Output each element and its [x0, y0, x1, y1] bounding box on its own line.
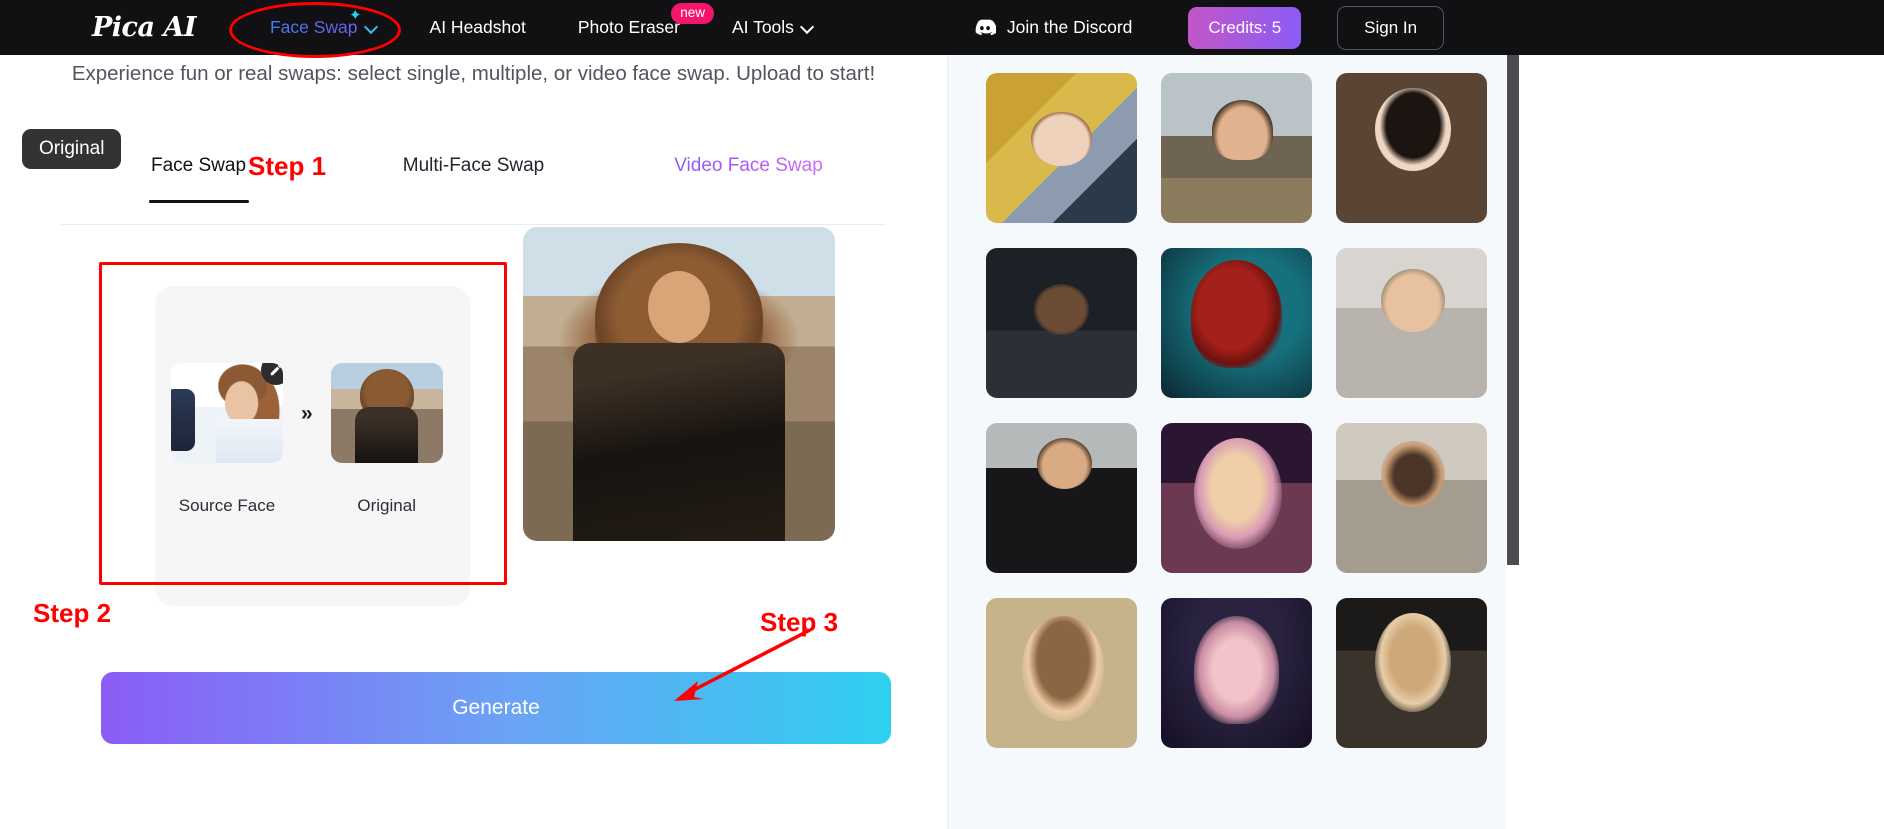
- source-face-slot[interactable]: Source Face: [171, 363, 283, 516]
- thumbnail-row: Source Face » Original: [171, 363, 443, 516]
- main-nav: Face Swap ✦ AI Headshot Photo Eraser new…: [269, 3, 866, 38]
- sign-in-button[interactable]: Sign In: [1337, 5, 1445, 50]
- join-discord-label: Join the Discord: [1006, 17, 1133, 37]
- gallery-scrollbar-thumb[interactable]: [1507, 55, 1519, 565]
- nav-item-face-swap-label: Face Swap: [269, 17, 358, 37]
- preview-image: [523, 227, 835, 541]
- nav-item-ai-headshot-label: AI Headshot: [429, 17, 526, 37]
- nav-item-ai-tools-label: AI Tools: [731, 17, 794, 37]
- target-image-label: Original: [357, 496, 416, 515]
- sparkle-icon: ✦: [348, 7, 362, 24]
- content-area: Experience fun or real swaps: select sin…: [0, 55, 1884, 829]
- gallery-item[interactable]: [1161, 423, 1312, 573]
- target-image-slot[interactable]: Original: [330, 363, 443, 516]
- gallery-item[interactable]: [986, 598, 1137, 748]
- top-navigation-bar: Pica AI Face Swap ✦ AI Headshot Photo Er…: [0, 0, 1884, 55]
- swap-arrow-icon: »: [301, 401, 313, 425]
- gallery-item[interactable]: [1161, 248, 1312, 398]
- gallery-item[interactable]: [1336, 73, 1487, 223]
- preview-original-badge: Original: [22, 129, 122, 169]
- annotation-step3-label: Step 3: [760, 607, 839, 637]
- gallery-grid: [986, 73, 1487, 748]
- gallery-panel-filler: [1520, 55, 1884, 829]
- preview-image-container[interactable]: [523, 227, 835, 541]
- source-face-thumbnail[interactable]: [171, 363, 283, 463]
- new-badge: new: [671, 3, 714, 24]
- target-image-thumbnail[interactable]: [330, 363, 443, 463]
- gallery-item[interactable]: [1161, 73, 1312, 223]
- chevron-down-icon: [365, 21, 378, 34]
- upload-card[interactable]: Source Face » Original: [155, 286, 470, 606]
- gallery-panel: [947, 55, 1884, 829]
- gallery-item[interactable]: [986, 73, 1137, 223]
- nav-item-ai-tools[interactable]: AI Tools: [732, 17, 814, 38]
- gallery-item[interactable]: [1161, 598, 1312, 748]
- gallery-item[interactable]: [1336, 598, 1487, 748]
- annotation-step2-label: Step 2: [33, 598, 112, 628]
- app-root: Pica AI Face Swap ✦ AI Headshot Photo Er…: [0, 0, 1884, 829]
- gallery-item[interactable]: [1336, 423, 1487, 573]
- source-face-label: Source Face: [178, 496, 276, 515]
- face-swap-panel: Experience fun or real swaps: select sin…: [0, 55, 947, 829]
- join-discord-link[interactable]: Join the Discord: [974, 17, 1132, 38]
- discord-icon: [975, 19, 996, 36]
- gallery-item[interactable]: [986, 423, 1137, 573]
- pencil-icon: [270, 364, 282, 376]
- target-image: [330, 363, 443, 463]
- gallery-scroll-area[interactable]: [948, 55, 1506, 829]
- chevron-down-icon: [801, 21, 814, 34]
- nav-item-ai-headshot[interactable]: AI Headshot: [430, 17, 526, 38]
- tab-multi-face-swap[interactable]: Multi-Face Swap: [336, 155, 611, 201]
- nav-item-photo-eraser-label: Photo Eraser: [577, 17, 680, 37]
- credits-pill[interactable]: Credits: 5: [1188, 6, 1302, 49]
- panel-subtitle: Experience fun or real swaps: select sin…: [71, 62, 876, 85]
- nav-item-face-swap[interactable]: Face Swap ✦: [269, 8, 378, 38]
- generate-button[interactable]: Generate: [101, 672, 891, 744]
- tab-video-face-swap[interactable]: Video Face Swap: [611, 155, 886, 201]
- mode-tabs: Face Swap Multi-Face Swap Video Face Swa…: [61, 155, 886, 225]
- app-logo[interactable]: Pica AI: [92, 12, 196, 43]
- gallery-item[interactable]: [1336, 248, 1487, 398]
- nav-item-photo-eraser[interactable]: Photo Eraser new: [577, 3, 714, 38]
- gallery-item[interactable]: [986, 248, 1137, 398]
